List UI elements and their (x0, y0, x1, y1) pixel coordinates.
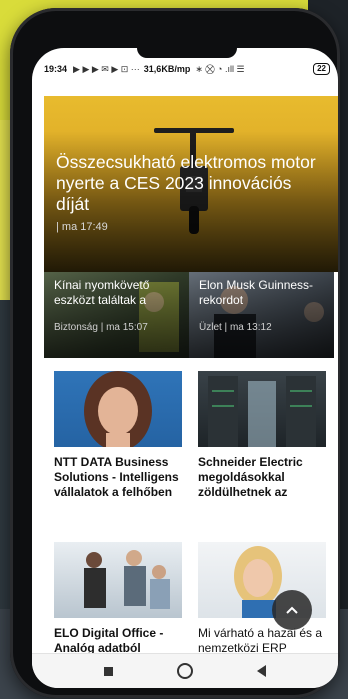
article-image (198, 371, 326, 447)
android-nav-bar (32, 653, 338, 688)
status-time: 19:34 (44, 64, 68, 74)
sub-article-musk[interactable]: Elon Musk Guinness-rekordot Üzlet | ma 1… (189, 272, 334, 358)
article-image (54, 371, 182, 447)
sub-article-meta: Biztonság | ma 15:07 (54, 322, 148, 333)
article-title[interactable]: Schneider Electric megoldásokkal zöldülh… (198, 455, 326, 500)
hero-meta: | ma 17:49 (56, 221, 108, 233)
article-image (54, 542, 182, 618)
notch (137, 48, 237, 58)
scroll-top-button[interactable] (272, 590, 312, 630)
square-icon[interactable] (104, 666, 113, 676)
triangle-back-icon[interactable] (257, 665, 266, 677)
system-icons: ∗ ⛒ ◔ .ıll ☰ (195, 63, 245, 74)
sub-article-title[interactable]: Elon Musk Guinness-rekordot (199, 278, 329, 308)
phone-frame: 19:34 ▶ ▶ ▶ ✉ ▶ ⊡ ··· 31,6KB/mp ∗ ⛒ ◔ .ı… (10, 8, 340, 698)
phone-screen: 19:34 ▶ ▶ ▶ ✉ ▶ ⊡ ··· 31,6KB/mp ∗ ⛒ ◔ .ı… (32, 48, 338, 688)
sub-article-title[interactable]: Kínai nyomkövető eszközt találtak a (54, 278, 184, 308)
chevron-up-icon (286, 606, 298, 614)
article-card[interactable]: NTT DATA Business Solutions - Intelligen… (54, 371, 182, 500)
article-title[interactable]: NTT DATA Business Solutions - Intelligen… (54, 455, 182, 500)
article-card[interactable]: ELO Digital Office - Analóg adatból (54, 542, 182, 656)
article-title[interactable]: Mi várható a hazai és a nemzetközi ERP (198, 626, 326, 656)
sub-article-meta: Üzlet | ma 13:12 (199, 322, 272, 333)
notification-icons: ▶ ▶ ▶ ✉ ▶ ⊡ ··· (73, 63, 140, 74)
circle-icon[interactable] (177, 663, 193, 679)
hero-article[interactable]: Összecsukható elektromos motor nyerte a … (44, 96, 338, 272)
sub-article-tracker[interactable]: Kínai nyomkövető eszközt találtak a Bizt… (44, 272, 189, 358)
network-speed: 31,6KB/mp (143, 64, 191, 74)
status-bar: 19:34 ▶ ▶ ▶ ✉ ▶ ⊡ ··· 31,6KB/mp ∗ ⛒ ◔ .ı… (32, 60, 338, 78)
article-card[interactable]: Schneider Electric megoldásokkal zöldülh… (198, 371, 326, 500)
battery-icon: 22 (313, 63, 330, 75)
hero-title[interactable]: Összecsukható elektromos motor nyerte a … (56, 152, 326, 215)
article-title[interactable]: ELO Digital Office - Analóg adatból (54, 626, 182, 656)
